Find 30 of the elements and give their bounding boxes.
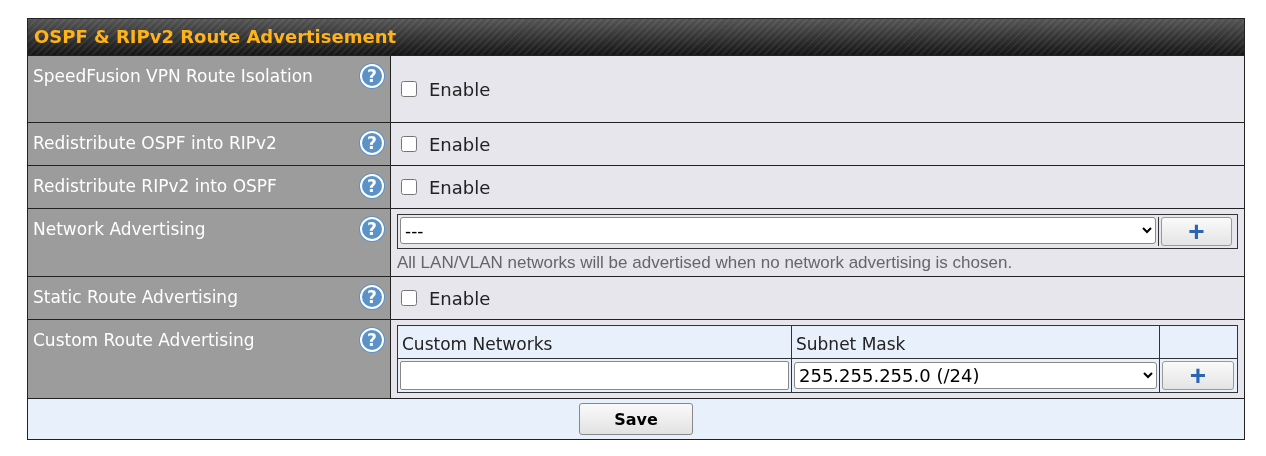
help-icon[interactable]: ? — [360, 64, 384, 88]
subnet-select[interactable]: 255.255.255.0 (/24) — [794, 362, 1157, 389]
field-label: Redistribute OSPF into RIPv2 — [33, 132, 278, 155]
checkbox[interactable] — [401, 290, 417, 306]
help-icon[interactable]: ? — [360, 328, 384, 352]
checkbox[interactable] — [401, 136, 417, 152]
help-icon[interactable]: ? — [360, 174, 384, 198]
field-label: Custom Route Advertising — [33, 329, 256, 352]
hint-text: All LAN/VLAN networks will be advertised when no network advertising is chosen. — [397, 252, 1014, 273]
checkbox-label: Enable — [429, 176, 491, 198]
column-header: Custom Networks — [398, 326, 792, 359]
help-icon[interactable]: ? — [360, 285, 384, 309]
checkbox-label: Enable — [429, 287, 491, 309]
checkbox-label: Enable — [429, 78, 491, 100]
help-icon[interactable]: ? — [360, 131, 384, 155]
checkbox-label: Enable — [429, 133, 491, 155]
network-input[interactable] — [400, 361, 789, 390]
network-select[interactable]: --- — [400, 217, 1156, 244]
column-header: Subnet Mask — [792, 326, 1160, 359]
field-label: Static Route Advertising — [33, 286, 239, 309]
save-button[interactable]: Save — [579, 403, 693, 435]
add-button[interactable]: + — [1161, 217, 1232, 246]
add-button[interactable]: + — [1162, 361, 1234, 390]
help-icon[interactable]: ? — [360, 217, 384, 241]
field-label: Redistribute RIPv2 into OSPF — [33, 175, 278, 198]
field-label: SpeedFusion VPN Route Isolation — [33, 65, 314, 88]
field-label: Network Advertising — [33, 218, 207, 241]
section-header: OSPF & RIPv2 Route Advertisement — [28, 19, 1244, 55]
checkbox[interactable] — [401, 179, 417, 195]
checkbox[interactable] — [401, 81, 417, 97]
